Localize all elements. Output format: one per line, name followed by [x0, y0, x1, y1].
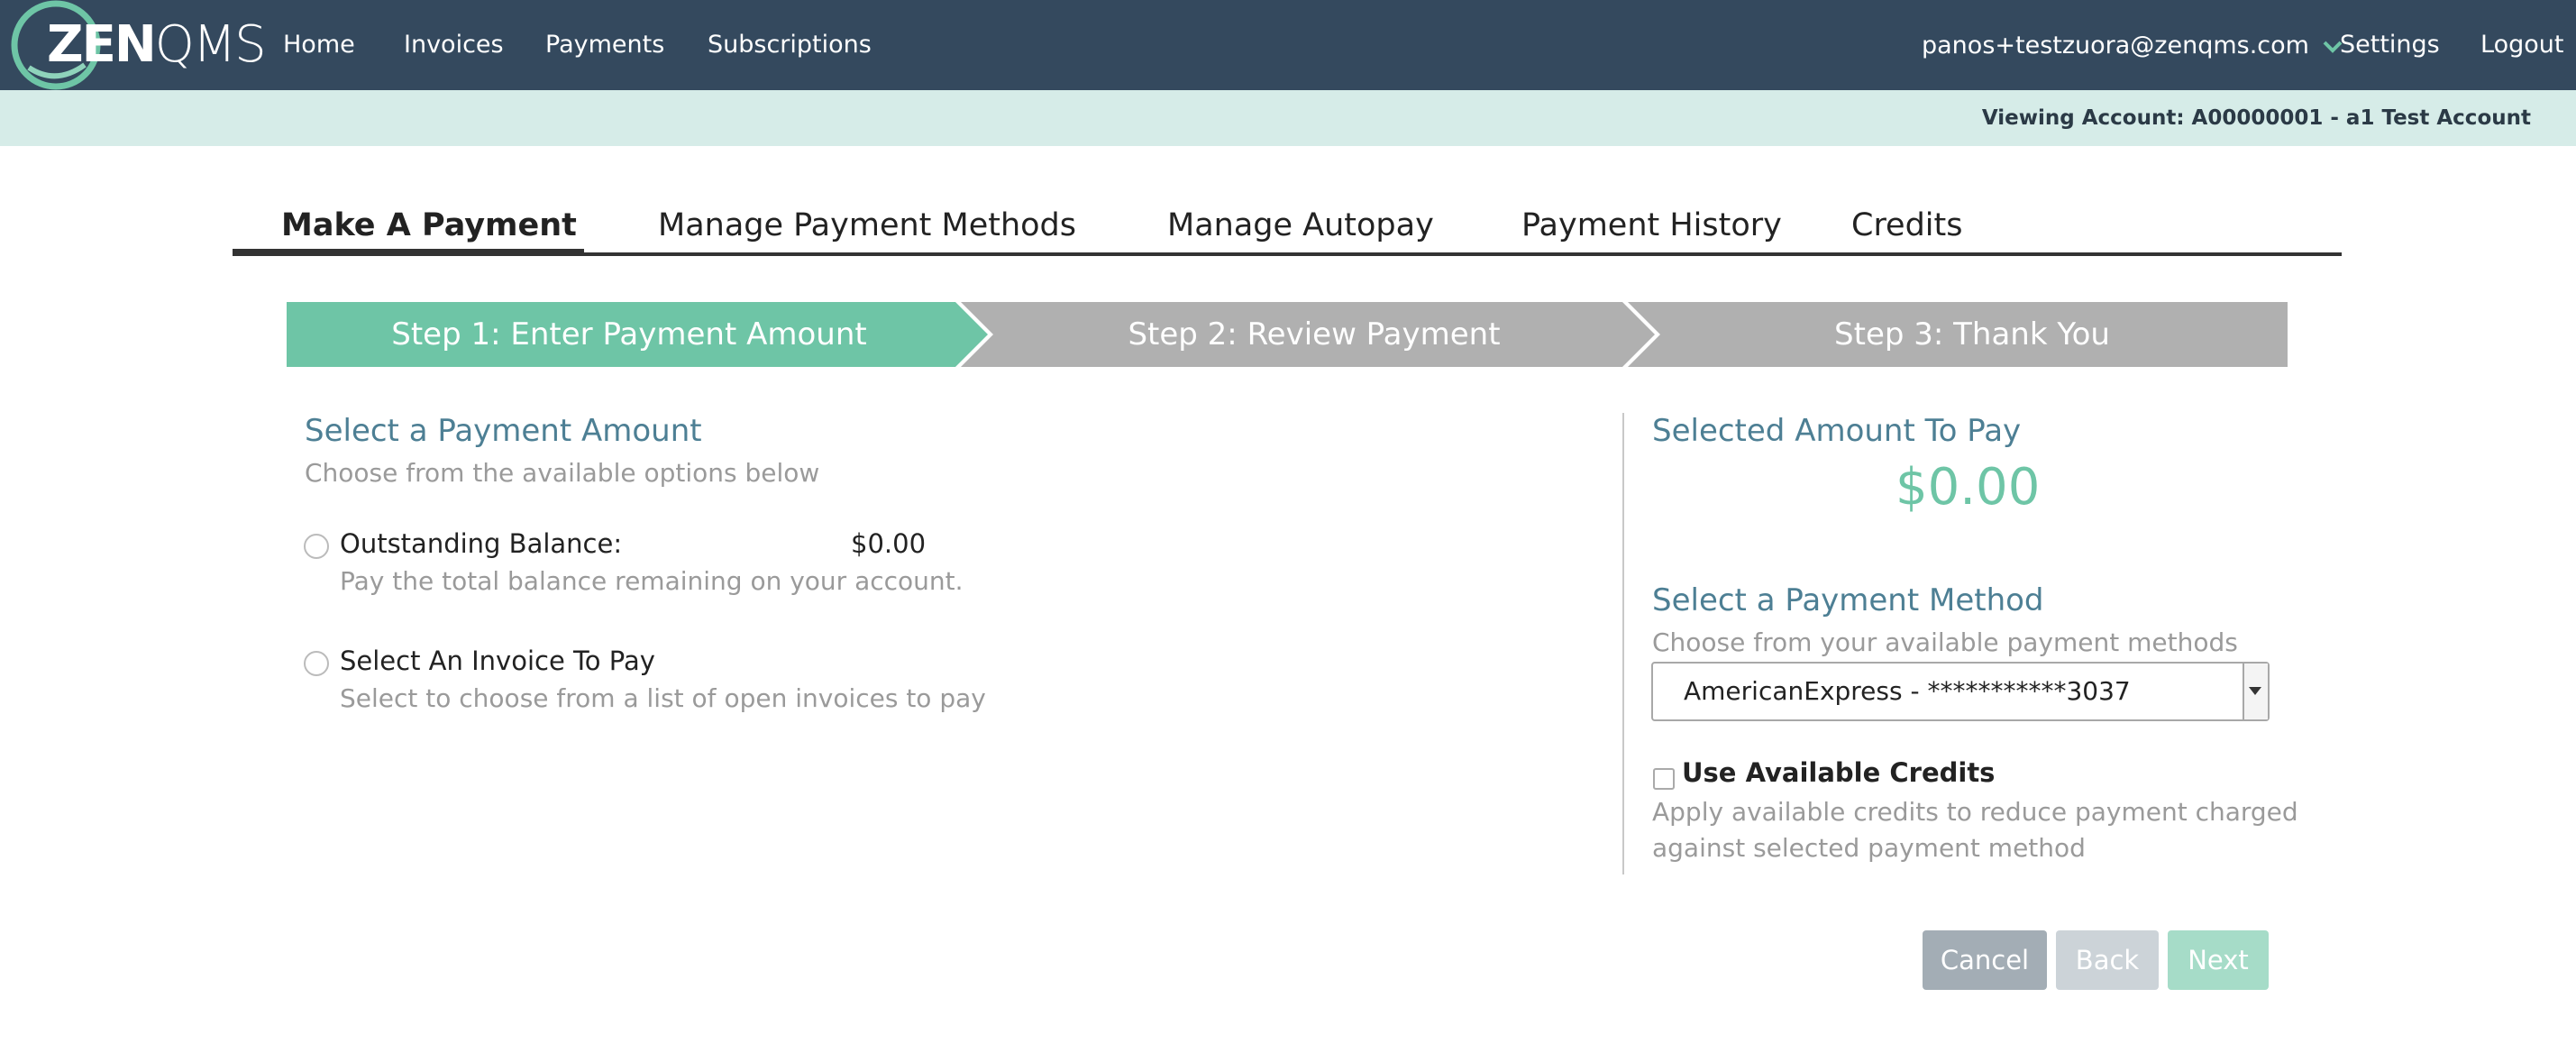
logo-text: ZENQMS [47, 15, 267, 74]
outstanding-balance-value: $0.00 [851, 528, 927, 559]
user-menu[interactable]: panos+testzuora@zenqms.com [1922, 0, 2343, 90]
payment-amount-heading: Select a Payment Amount [305, 413, 702, 449]
caret-down-icon [2249, 687, 2261, 695]
step-1-label: Step 1: Enter Payment Amount [391, 316, 867, 352]
nav-subscriptions[interactable]: Subscriptions [708, 0, 872, 90]
tab-manage-payment-methods[interactable]: Manage Payment Methods [658, 193, 1076, 252]
zenqms-logo[interactable]: ZENQMS [11, 0, 272, 90]
nav-logout[interactable]: Logout [2480, 0, 2563, 90]
select-arrow-button[interactable] [2243, 664, 2268, 719]
credits-description-line1: Apply available credits to reduce paymen… [1652, 797, 2298, 827]
tab-manage-autopay[interactable]: Manage Autopay [1167, 193, 1434, 252]
back-button[interactable]: Back [2056, 930, 2159, 990]
use-credits-label[interactable]: Use Available Credits [1682, 757, 1995, 788]
nav-home[interactable]: Home [283, 0, 355, 90]
tab-make-a-payment[interactable]: Make A Payment [281, 193, 577, 252]
step-3-label: Step 3: Thank You [1834, 316, 2110, 352]
select-invoice-label: Select An Invoice To Pay [340, 645, 655, 676]
payment-stepper: Step 1: Enter Payment Amount Step 2: Rev… [287, 302, 2288, 367]
nav-payments[interactable]: Payments [545, 0, 664, 90]
tab-credits[interactable]: Credits [1851, 193, 1963, 252]
column-divider [1622, 413, 1624, 874]
outstanding-balance-radio[interactable] [304, 534, 329, 559]
nav-invoices[interactable]: Invoices [404, 0, 504, 90]
outstanding-balance-label: Outstanding Balance: [340, 528, 623, 559]
selected-amount-value: $0.00 [1895, 458, 2041, 517]
payment-tabs: Make A Payment Manage Payment Methods Ma… [233, 193, 2342, 256]
select-invoice-description: Select to choose from a list of open inv… [340, 683, 986, 713]
viewing-account-text: Viewing Account: A00000001 - a1 Test Acc… [1981, 106, 2531, 130]
credits-description-line2: against selected payment method [1652, 833, 2086, 863]
payment-method-select[interactable]: AmericanExpress - ***********3037 [1651, 662, 2270, 721]
payment-method-heading: Select a Payment Method [1652, 582, 2044, 618]
use-credits-checkbox[interactable] [1653, 768, 1675, 790]
tab-payment-history[interactable]: Payment History [1521, 193, 1782, 252]
payment-amount-subheading: Choose from the available options below [305, 458, 820, 488]
payment-method-selected-value: AmericanExpress - ***********3037 [1684, 676, 2131, 706]
cancel-button[interactable]: Cancel [1923, 930, 2047, 990]
user-email: panos+testzuora@zenqms.com [1922, 32, 2309, 60]
selected-amount-heading: Selected Amount To Pay [1652, 413, 2022, 449]
viewing-account-bar: Viewing Account: A00000001 - a1 Test Acc… [0, 90, 2576, 146]
step-2-label: Step 2: Review Payment [1128, 316, 1501, 352]
payment-method-subheading: Choose from your available payment metho… [1652, 627, 2238, 657]
outstanding-balance-description: Pay the total balance remaining on your … [340, 566, 964, 596]
next-button[interactable]: Next [2168, 930, 2269, 990]
select-invoice-radio[interactable] [304, 651, 329, 676]
top-navbar: ZENQMS Home Invoices Payments Subscripti… [0, 0, 2576, 90]
nav-settings[interactable]: Settings [2340, 0, 2440, 90]
active-tab-underline [233, 249, 584, 254]
